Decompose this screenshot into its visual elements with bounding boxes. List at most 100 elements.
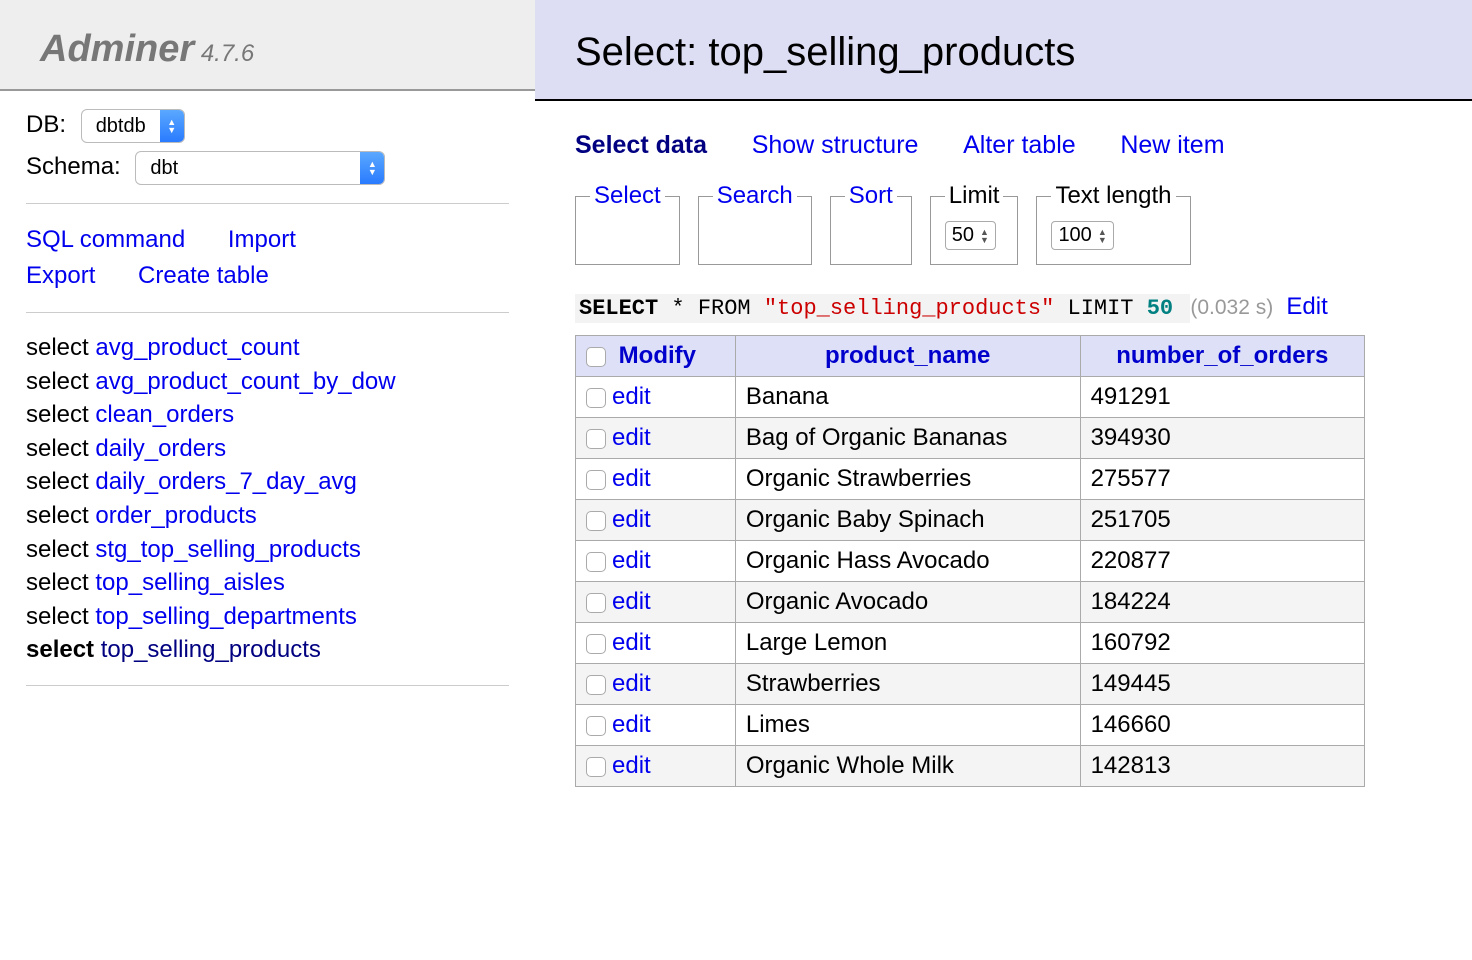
cell-number-of-orders: 160792 [1080,623,1364,664]
sidebar-table-item: select top_selling_aisles [26,566,509,600]
table-link[interactable]: order_products [95,502,256,529]
select-prefix[interactable]: select [26,401,95,428]
modify-header: Modify [576,336,736,377]
row-checkbox[interactable] [586,470,606,490]
select-legend[interactable]: Select [590,182,665,210]
select-prefix[interactable]: select [26,502,95,529]
table-link[interactable]: top_selling_departments [95,603,357,630]
edit-row-link[interactable]: edit [612,383,651,410]
row-checkbox[interactable] [586,757,606,777]
cell-number-of-orders: 491291 [1080,377,1364,418]
modify-link[interactable]: Modify [619,342,696,369]
row-checkbox[interactable] [586,429,606,449]
table-link[interactable]: daily_orders_7_day_avg [95,468,357,495]
row-actions-cell: edit [576,377,736,418]
sql-from-kw: FROM [698,296,751,321]
select-fieldset[interactable]: Select [575,182,680,265]
cell-product-name: Organic Baby Spinach [735,500,1080,541]
import-link[interactable]: Import [228,226,296,253]
cell-product-name: Strawberries [735,664,1080,705]
command-links: SQL command Import Export Create table [26,222,509,294]
select-prefix[interactable]: select [26,368,95,395]
alter-table-link[interactable]: Alter table [963,131,1076,159]
select-prefix[interactable]: select [26,603,95,630]
row-actions-cell: edit [576,459,736,500]
row-actions-cell: edit [576,500,736,541]
cell-number-of-orders: 251705 [1080,500,1364,541]
row-checkbox[interactable] [586,511,606,531]
sort-legend[interactable]: Sort [845,182,897,210]
limit-input[interactable]: 50 ▲▼ [945,221,996,250]
table-row: editBanana491291 [576,377,1365,418]
table-link[interactable]: top_selling_aisles [95,569,284,596]
select-prefix[interactable]: select [26,468,95,495]
select-prefix[interactable]: select [26,636,101,663]
select-prefix[interactable]: select [26,435,95,462]
text-length-input[interactable]: 100 ▲▼ [1051,221,1113,250]
limit-fieldset: Limit 50 ▲▼ [930,182,1019,265]
select-prefix[interactable]: select [26,536,95,563]
show-structure-link[interactable]: Show structure [752,131,919,159]
table-row: editOrganic Strawberries275577 [576,459,1365,500]
select-all-checkbox[interactable] [586,347,606,367]
new-item-link[interactable]: New item [1120,131,1224,159]
table-row: editStrawberries149445 [576,664,1365,705]
search-fieldset[interactable]: Search [698,182,812,265]
table-link[interactable]: avg_product_count [95,334,299,361]
edit-row-link[interactable]: edit [612,547,651,574]
row-checkbox[interactable] [586,388,606,408]
main: Select: top_selling_products Select data… [535,0,1472,817]
edit-row-link[interactable]: edit [612,711,651,738]
table-link[interactable]: clean_orders [95,401,234,428]
edit-row-link[interactable]: edit [612,506,651,533]
export-link[interactable]: Export [26,262,95,289]
text-length-value: 100 [1058,224,1091,247]
table-link[interactable]: avg_product_count_by_dow [95,368,395,395]
table-row: editLarge Lemon160792 [576,623,1365,664]
select-prefix[interactable]: select [26,569,95,596]
sql-command-link[interactable]: SQL command [26,226,185,253]
edit-query-link[interactable]: Edit [1286,293,1327,320]
table-row: editOrganic Avocado184224 [576,582,1365,623]
schema-label: Schema: [26,153,121,180]
select-prefix[interactable]: select [26,334,95,361]
edit-row-link[interactable]: edit [612,629,651,656]
col-header-number-of-orders: number_of_orders [1080,336,1364,377]
edit-row-link[interactable]: edit [612,465,651,492]
sidebar-table-item: select daily_orders_7_day_avg [26,465,509,499]
dropdown-icon: ▲▼ [160,110,184,142]
search-legend[interactable]: Search [713,182,797,210]
table-link[interactable]: stg_top_selling_products [95,536,361,563]
row-checkbox[interactable] [586,675,606,695]
cell-number-of-orders: 220877 [1080,541,1364,582]
sort-product-name[interactable]: product_name [825,342,990,369]
edit-row-link[interactable]: edit [612,752,651,779]
query-timing: (0.032 s) [1190,296,1273,319]
action-links: Select data Show structure Alter table N… [575,131,1432,160]
edit-row-link[interactable]: edit [612,588,651,615]
table-row: editOrganic Whole Milk142813 [576,746,1365,787]
create-table-link[interactable]: Create table [138,262,269,289]
brand-name: Adminer [40,28,194,70]
brand-version: 4.7.6 [201,40,254,67]
schema-select[interactable]: dbt ▲▼ [135,151,385,185]
sidebar-header: Adminer 4.7.6 [0,0,535,91]
db-select[interactable]: dbtdb ▲▼ [81,109,185,143]
sidebar-table-item: select stg_top_selling_products [26,533,509,567]
row-checkbox[interactable] [586,593,606,613]
row-checkbox[interactable] [586,716,606,736]
table-link[interactable]: top_selling_products [101,636,321,663]
sort-number-of-orders[interactable]: number_of_orders [1116,342,1328,369]
select-data-tab[interactable]: Select data [575,131,707,159]
sort-fieldset[interactable]: Sort [830,182,912,265]
edit-row-link[interactable]: edit [612,424,651,451]
sql-limit-kw: LIMIT [1068,296,1134,321]
row-checkbox[interactable] [586,552,606,572]
row-checkbox[interactable] [586,634,606,654]
divider [26,685,509,686]
edit-row-link[interactable]: edit [612,670,651,697]
cell-number-of-orders: 184224 [1080,582,1364,623]
limit-legend: Limit [945,182,1004,210]
table-link[interactable]: daily_orders [95,435,226,462]
sidebar-table-item: select order_products [26,499,509,533]
